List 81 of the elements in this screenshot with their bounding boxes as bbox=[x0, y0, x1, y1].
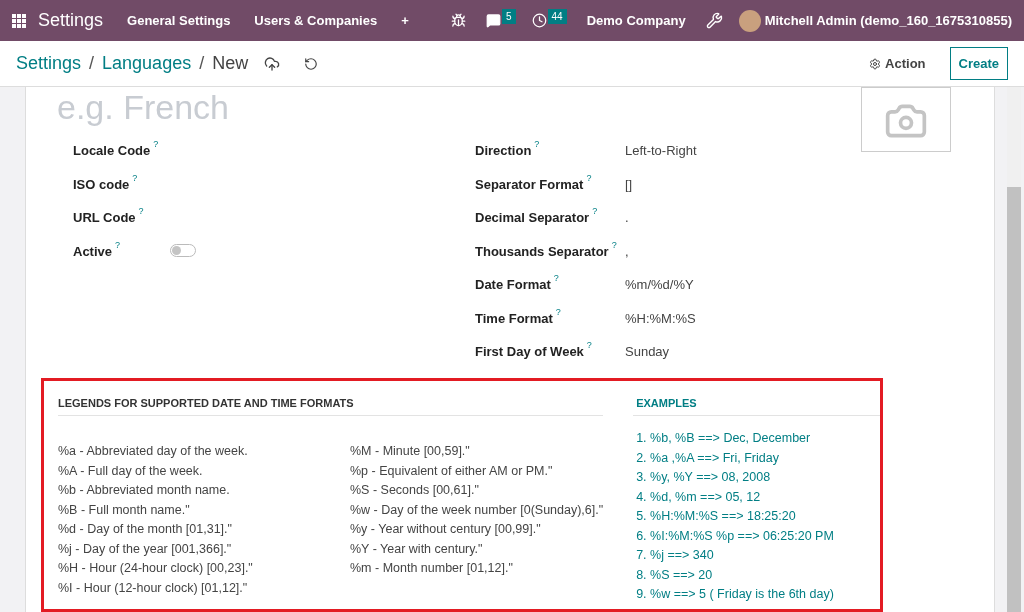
breadcrumb-separator: / bbox=[89, 52, 95, 75]
user-menu[interactable]: Mitchell Admin (demo_160_1675310855) bbox=[764, 10, 1012, 31]
scrollbar[interactable] bbox=[1007, 87, 1021, 612]
legend-line: %d - Day of the month [01,31]." bbox=[58, 521, 233, 538]
menu-item[interactable]: General Settings bbox=[127, 10, 231, 31]
help-mark[interactable]: ? bbox=[611, 240, 617, 250]
breadcrumb-separator: / bbox=[199, 52, 205, 75]
clock-icon[interactable] bbox=[531, 13, 547, 28]
example-line: 9. %w ==> 5 ( Friday is the 6th day) bbox=[636, 586, 835, 603]
legend-line: %y - Year without century [00,99]." bbox=[350, 521, 542, 538]
example-line: 2. %a ,%A ==> Fri, Friday bbox=[636, 449, 780, 467]
legend-line: %B - Full month name." bbox=[58, 501, 191, 519]
help-mark[interactable]: ? bbox=[555, 307, 561, 317]
example-line: 8. %S ==> 20 bbox=[636, 566, 714, 584]
create-button[interactable]: Create bbox=[949, 46, 1008, 81]
avatar[interactable] bbox=[738, 9, 761, 32]
legend-line: %b - Abbreviated month name. bbox=[58, 482, 231, 499]
field-label: Date Format bbox=[475, 276, 551, 294]
legend-line: %w - Day of the week number [0(Sunday),6]." bbox=[350, 501, 604, 519]
chat-icon[interactable] bbox=[486, 13, 501, 28]
field-value[interactable]: , bbox=[625, 241, 629, 261]
help-mark[interactable]: ? bbox=[592, 207, 598, 216]
field-label: Thousands Separator bbox=[475, 242, 609, 261]
help-mark[interactable]: ? bbox=[115, 240, 121, 250]
example-line: 7. %j ==> 340 bbox=[636, 547, 715, 564]
help-mark[interactable]: ? bbox=[153, 140, 159, 149]
example-line: 5. %H:%M:%S ==> 18:25:20 bbox=[636, 508, 797, 525]
example-line: 6. %I:%M:%S %p ==> 06:25:20 PM bbox=[636, 527, 835, 545]
breadcrumb-link[interactable]: Settings bbox=[16, 50, 82, 77]
field-label: Separator Format bbox=[475, 175, 584, 194]
section-title: EXAMPLES bbox=[633, 394, 880, 416]
wrench-icon[interactable] bbox=[705, 12, 723, 29]
field-label: URL Code bbox=[73, 209, 136, 227]
field-label: Direction bbox=[475, 142, 532, 160]
gear-icon bbox=[869, 57, 882, 70]
legend-line: %Y - Year with century." bbox=[350, 540, 484, 558]
legend-line: %p - Equivalent of either AM or PM." bbox=[350, 462, 554, 480]
legend-line: %I - Hour (12-hour clock) [01,12]." bbox=[58, 579, 249, 597]
save-icon[interactable] bbox=[264, 55, 281, 72]
legend-line: %M - Minute [00,59]." bbox=[350, 443, 471, 460]
field-value[interactable]: [] bbox=[625, 174, 633, 194]
menu-item[interactable]: + bbox=[401, 10, 409, 31]
breadcrumb-current: New bbox=[212, 52, 249, 75]
field-label: Time Format bbox=[475, 309, 553, 328]
bug-icon[interactable] bbox=[451, 13, 466, 28]
legend-line: %m - Month number [01,12]." bbox=[350, 560, 514, 577]
activity-count-badge: 44 bbox=[547, 9, 567, 24]
field-value[interactable]: %m/%d/%Y bbox=[625, 275, 694, 295]
section-title: LEGENDS FOR SUPPORTED DATE AND TIME FORMATS bbox=[58, 394, 604, 416]
message-count-badge: 5 bbox=[502, 9, 516, 24]
field-value[interactable]: Left-to-Right bbox=[625, 141, 697, 161]
legend-line: %a - Abbreviated day of the week. bbox=[58, 443, 249, 460]
field-value[interactable]: %H:%M:%S bbox=[625, 308, 696, 328]
help-mark[interactable]: ? bbox=[132, 173, 138, 183]
field-label: Decimal Separator bbox=[475, 209, 590, 227]
example-line: 4. %d, %m ==> 05, 12 bbox=[636, 488, 762, 506]
legend-line: %j - Day of the year [001,366]." bbox=[58, 540, 233, 558]
active-toggle[interactable] bbox=[170, 243, 196, 257]
example-line: 1. %b, %B ==> Dec, December bbox=[636, 430, 812, 447]
discard-icon[interactable] bbox=[304, 56, 319, 71]
help-mark[interactable]: ? bbox=[534, 140, 540, 149]
apps-grid-icon[interactable] bbox=[12, 13, 26, 28]
field-label: First Day of Week bbox=[475, 343, 584, 361]
help-mark[interactable]: ? bbox=[586, 173, 592, 183]
field-value[interactable]: . bbox=[625, 208, 629, 228]
company-switcher[interactable]: Demo Company bbox=[586, 10, 686, 31]
field-value[interactable]: Sunday bbox=[625, 342, 670, 362]
field-label: Locale Code bbox=[73, 142, 151, 160]
legend-line: %H - Hour (24-hour clock) [00,23]." bbox=[58, 560, 254, 577]
help-mark[interactable]: ? bbox=[138, 207, 144, 216]
field-label: ISO code bbox=[73, 175, 130, 194]
legend-line: %A - Full day of the week. bbox=[58, 462, 204, 480]
app-title[interactable]: Settings bbox=[38, 7, 104, 34]
action-button[interactable]: Action bbox=[869, 53, 926, 74]
help-mark[interactable]: ? bbox=[553, 274, 559, 283]
help-mark[interactable]: ? bbox=[586, 341, 592, 350]
breadcrumb-link[interactable]: Languages bbox=[102, 50, 192, 77]
legend-line: %S - Seconds [00,61]." bbox=[350, 482, 480, 499]
example-line: 3. %y, %Y ==> 08, 2008 bbox=[636, 469, 772, 486]
menu-item[interactable]: Users & Companies bbox=[254, 10, 378, 31]
field-label: Active bbox=[73, 242, 113, 261]
